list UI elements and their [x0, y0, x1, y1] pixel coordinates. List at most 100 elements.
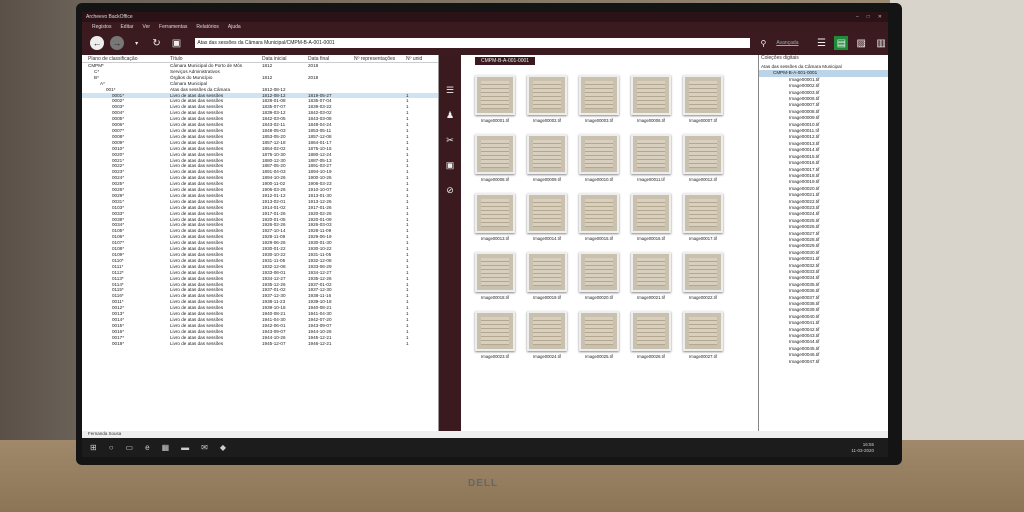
thumbnail-label: Image00026.tif — [637, 354, 665, 359]
forward-button[interactable]: → — [109, 36, 124, 50]
thumbnail[interactable]: Image00022.tif — [677, 252, 729, 300]
thumbnail-label: Image00024.tif — [533, 354, 561, 359]
thumbnail-label: Image00007.tif — [689, 118, 717, 123]
thumbnail-label: Image00006.tif — [637, 118, 665, 123]
search-icon[interactable]: ○ — [109, 443, 114, 452]
thumbnail[interactable]: Image00020.tif — [573, 252, 625, 300]
thumbnail[interactable]: Image00027.tif — [677, 311, 729, 359]
image-view-icon[interactable]: ▨ — [854, 36, 868, 50]
thumbnail[interactable]: Image00015.tif — [573, 193, 625, 241]
thumbnail-label: Image00008.tif — [481, 177, 509, 182]
gallery-tab[interactable]: CMPM-B-A-001-0001 — [475, 57, 536, 65]
thumbnail-image — [579, 134, 619, 174]
thumbnail-grid: Image00001.tif Image00002.tif Image00003.t… — [469, 75, 729, 359]
address-bar[interactable]: Atas das sessões da Câmara Municipal/CMP… — [195, 38, 751, 48]
row-representations — [354, 341, 406, 347]
tree-row[interactable]: 0018* Livro de atas das sessões 1945-12-07… — [82, 341, 438, 347]
menu-ver[interactable]: Ver — [143, 24, 151, 30]
thumbnail-image — [579, 311, 619, 351]
main-area: Plano de classificação Título Data inici… — [82, 55, 888, 431]
thumbnail[interactable]: Image00003.tif — [573, 75, 625, 123]
menu-ferramentas[interactable]: Ferramentas — [159, 24, 187, 30]
thumbnail[interactable]: Image00008.tif — [469, 134, 521, 182]
title-bar: Archeevo BackOffice – □ ✕ — [82, 12, 888, 22]
thumbnail[interactable]: Image00026.tif — [625, 311, 677, 359]
thumbnail-image — [475, 252, 515, 292]
barcode-icon[interactable]: ▥ — [874, 36, 888, 50]
thumbnail-image — [579, 252, 619, 292]
thumbnail[interactable]: Image00014.tif — [521, 193, 573, 241]
menu-ajuda[interactable]: Ajuda — [228, 24, 241, 30]
close-button[interactable]: ✕ — [878, 14, 882, 20]
col-plano[interactable]: Plano de classificação — [82, 56, 170, 62]
thumbnail[interactable]: Image00019.tif — [521, 252, 573, 300]
thumbnail[interactable]: Image00016.tif — [625, 193, 677, 241]
thumbnail[interactable]: Image00023.tif — [469, 311, 521, 359]
task-view-icon[interactable]: ▭ — [126, 443, 134, 452]
status-user: Fernanda Sousa — [88, 431, 122, 436]
thumbnail[interactable]: Image00013.tif — [469, 193, 521, 241]
thumbnail-image — [631, 193, 671, 233]
folder-icon[interactable]: ▬ — [181, 443, 189, 452]
edge-icon[interactable]: e — [145, 443, 149, 452]
clock-time: 16:55 — [862, 441, 874, 447]
gallery-view-icon[interactable]: ▤ — [834, 36, 849, 50]
back-button[interactable]: ← — [90, 36, 104, 50]
images-icon[interactable]: ▣ — [446, 160, 455, 171]
thumbnail[interactable]: Image00012.tif — [677, 134, 729, 182]
col-data-inicial[interactable]: Data inicial — [262, 56, 308, 62]
clock: 16:55 11-03-2020 — [851, 442, 888, 454]
thumbnail[interactable]: Image00017.tif — [677, 193, 729, 241]
thumbnail-label: Image00001.tif — [481, 118, 509, 123]
store-icon[interactable]: ▦ — [162, 443, 170, 452]
thumbnail[interactable]: Image00025.tif — [573, 311, 625, 359]
maximize-button[interactable]: □ — [867, 14, 870, 20]
row-code: 0018* — [112, 340, 125, 346]
thumbnail[interactable]: Image00011.tif — [625, 134, 677, 182]
thumbnail-image — [683, 134, 723, 174]
windows-start-icon[interactable]: ⊞ — [90, 443, 97, 452]
disconnect-icon[interactable]: ⊘ — [446, 185, 454, 196]
thumbnail[interactable]: Image00006.tif — [625, 75, 677, 123]
advanced-search-link[interactable]: Avançada — [776, 40, 798, 46]
col-data-final[interactable]: Data final — [308, 56, 354, 62]
search-icon[interactable]: ⚲ — [756, 36, 770, 50]
thumbnail-label: Image00002.tif — [533, 118, 561, 123]
thumbnail[interactable]: Image00010.tif — [573, 134, 625, 182]
app-icon[interactable]: ◆ — [220, 443, 226, 452]
thumbnail-label: Image00009.tif — [533, 177, 561, 182]
list-view-icon[interactable]: ☰ — [814, 36, 828, 50]
thumbnail[interactable]: Image00024.tif — [521, 311, 573, 359]
col-unidades[interactable]: Nº unid — [406, 56, 434, 62]
thumbnail-label: Image00021.tif — [637, 295, 665, 300]
thumbnail-label: Image00011.tif — [637, 177, 665, 182]
thumbnail[interactable]: Image00021.tif — [625, 252, 677, 300]
thumbnail-image — [683, 311, 723, 351]
minimize-button[interactable]: – — [856, 14, 859, 20]
menu-registos[interactable]: Registos — [92, 24, 111, 30]
thumbnail-label: Image00025.tif — [585, 354, 613, 359]
collection-file[interactable]: Image00047.tif — [759, 359, 888, 365]
thumbnail[interactable]: Image00009.tif — [521, 134, 573, 182]
refresh-icon[interactable]: ↻ — [150, 36, 164, 50]
thumbnail-image — [527, 134, 567, 174]
col-representacoes[interactable]: Nº representações — [354, 56, 406, 62]
screen: Archeevo BackOffice – □ ✕ Registos Edita… — [82, 12, 888, 457]
toolbar: ← → ▾ ↻ ▣ Atas das sessões da Câmara Mun… — [82, 31, 888, 55]
tools-icon[interactable]: ✂ — [446, 135, 454, 146]
thumbnail[interactable]: Image00007.tif — [677, 75, 729, 123]
thumbnail[interactable]: Image00001.tif — [469, 75, 521, 123]
menu-relatorios[interactable]: Relatórios — [196, 24, 219, 30]
thumbnail[interactable]: Image00002.tif — [521, 75, 573, 123]
thumbnail-image — [631, 134, 671, 174]
col-titulo[interactable]: Título — [170, 56, 262, 62]
thumbnail-label: Image00022.tif — [689, 295, 717, 300]
digital-collections-panel: Coleções digitais Atas das sessões da Câ… — [758, 55, 888, 431]
thumbnail-image — [475, 193, 515, 233]
menu-editar[interactable]: Editar — [120, 24, 133, 30]
chevron-down-icon[interactable]: ▾ — [130, 36, 144, 50]
users-icon[interactable]: ♟ — [446, 110, 454, 121]
mail-icon[interactable]: ✉ — [201, 443, 208, 452]
list-icon[interactable]: ☰ — [446, 85, 454, 96]
thumbnail[interactable]: Image00018.tif — [469, 252, 521, 300]
